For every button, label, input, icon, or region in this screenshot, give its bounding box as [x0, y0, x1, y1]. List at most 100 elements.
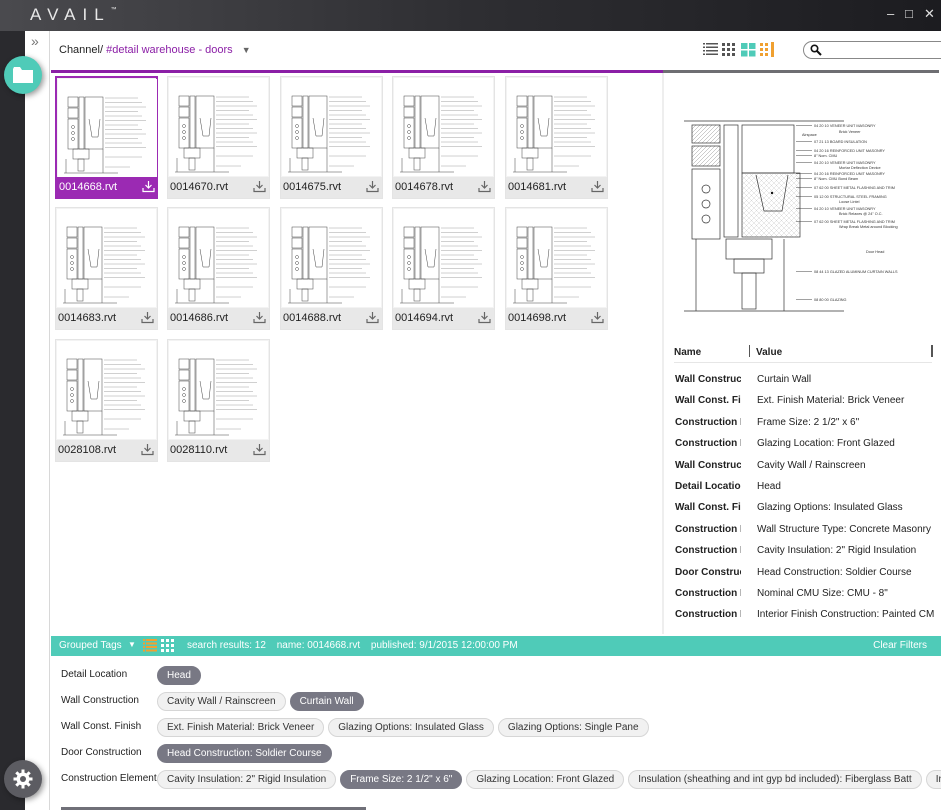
expand-panel-icon[interactable]: »	[31, 33, 39, 49]
download-icon[interactable]	[366, 311, 379, 324]
search-input[interactable]	[826, 44, 941, 56]
tag-chip[interactable]: Head	[157, 666, 201, 685]
property-row[interactable]: Construction Element Glazing Location: Fr…	[675, 435, 933, 455]
search-icon[interactable]	[810, 44, 822, 56]
file-name[interactable]: 0014678.rvt	[395, 181, 453, 193]
file-name[interactable]: 0014698.rvt	[508, 312, 566, 324]
tag-chip-list: Ext. Finish Material: Brick Veneer Glazin…	[157, 718, 941, 737]
file-name[interactable]: 0014688.rvt	[283, 312, 341, 324]
download-icon[interactable]	[478, 180, 491, 193]
file-card[interactable]: 0014683.rvt	[55, 207, 158, 330]
tag-chip[interactable]: Insulation (sheathing and int gyp bd inc…	[628, 770, 922, 789]
column-header-name[interactable]: Name	[674, 347, 701, 358]
property-row[interactable]: Construction Element Wall Structure Type:…	[675, 521, 933, 541]
tag-group: Construction Element Cavity Insulation: 2…	[61, 768, 941, 792]
app-logo: AVAIL™	[30, 5, 117, 25]
file-name[interactable]: 0014681.rvt	[508, 181, 566, 193]
download-icon[interactable]	[591, 180, 604, 193]
preview-annotation: Brick Relaxes @ 24" O.C.	[839, 212, 883, 216]
download-icon[interactable]	[366, 180, 379, 193]
tag-chip[interactable]: Glazing Options: Insulated Glass	[328, 718, 494, 737]
tag-chip[interactable]: Glazing Location: Front Glazed	[466, 770, 625, 789]
property-name: Wall Construction	[675, 374, 741, 385]
channels-button[interactable]	[4, 56, 42, 94]
file-thumbnail	[507, 78, 606, 176]
property-row[interactable]: Construction Element Cavity Insulation: 2…	[675, 542, 933, 562]
tag-chip[interactable]: Interior Finish Construction: Painted CM	[925, 770, 941, 789]
property-value: Glazing Options: Insulated Glass	[757, 502, 903, 514]
channel-name[interactable]: #detail warehouse - doors	[106, 44, 233, 56]
file-card[interactable]: 0014668.rvt	[55, 76, 158, 199]
maximize-button[interactable]: □	[905, 6, 913, 21]
file-card[interactable]: 0014698.rvt	[505, 207, 608, 330]
preview-annotation: 8" Nom. CMU	[814, 154, 838, 158]
file-card[interactable]: 0014670.rvt	[167, 76, 270, 199]
file-name[interactable]: 0028108.rvt	[58, 444, 116, 456]
property-row[interactable]: Detail Location Head	[675, 478, 933, 498]
file-name[interactable]: 0014686.rvt	[170, 312, 228, 324]
file-thumbnail	[57, 209, 156, 307]
channel-dropdown-caret[interactable]: ▼	[242, 45, 251, 55]
small-grid-view-icon[interactable]	[722, 42, 737, 57]
breadcrumb-root[interactable]: Channel/	[59, 44, 103, 56]
file-name[interactable]: 0014670.rvt	[170, 181, 228, 193]
tile-view-icon[interactable]	[760, 42, 775, 57]
close-button[interactable]: ✕	[924, 6, 935, 22]
property-row[interactable]: Wall Construction Cavity Wall / Rainscree…	[675, 457, 933, 477]
file-card[interactable]: 0014694.rvt	[392, 207, 495, 330]
tag-chip[interactable]: Head Construction: Soldier Course	[157, 744, 332, 763]
file-card[interactable]: 0014686.rvt	[167, 207, 270, 330]
download-icon[interactable]	[591, 311, 604, 324]
column-header-value[interactable]: Value	[756, 347, 782, 358]
file-card[interactable]: 0014688.rvt	[280, 207, 383, 330]
file-name[interactable]: 0014675.rvt	[283, 181, 341, 193]
tag-chip[interactable]: Glazing Options: Single Pane	[497, 718, 649, 737]
left-rail	[0, 31, 25, 810]
download-icon[interactable]	[478, 311, 491, 324]
property-row[interactable]: Wall Const. Finish Glazing Options: Insul…	[675, 499, 933, 519]
download-icon[interactable]	[142, 180, 155, 193]
property-row[interactable]: Wall Construction Curtain Wall	[675, 371, 933, 391]
download-icon[interactable]	[141, 443, 154, 456]
grouping-dropdown-caret[interactable]: ▼	[128, 640, 136, 649]
file-card[interactable]: 0028110.rvt	[167, 339, 270, 462]
settings-button[interactable]	[4, 760, 42, 798]
tag-chip[interactable]: Cavity Wall / Rainscreen	[157, 692, 286, 711]
property-row[interactable]: Construction Element Interior Finish Cons…	[675, 606, 934, 626]
grouped-list-icon[interactable]	[143, 639, 157, 652]
tag-chip[interactable]: Curtain Wall	[289, 692, 364, 711]
property-name: Construction Element	[675, 609, 741, 621]
file-card-footer: 0028108.rvt	[56, 440, 157, 461]
property-row[interactable]: Wall Const. Finish Ext. Finish Material: …	[675, 392, 933, 412]
property-row[interactable]: Construction Element Frame Size: 2 1/2" x…	[675, 414, 933, 434]
download-icon[interactable]	[253, 443, 266, 456]
tag-grid-icon[interactable]	[161, 639, 174, 652]
property-value: Interior Finish Construction: Painted CM	[757, 609, 935, 621]
tag-chip[interactable]: Cavity Insulation: 2" Rigid Insulation	[157, 770, 337, 789]
property-row[interactable]: Construction Element Nominal CMU Size: CM…	[675, 585, 933, 605]
file-name[interactable]: 0028110.rvt	[170, 444, 227, 456]
file-card[interactable]: 0028108.rvt	[55, 339, 158, 462]
list-view-icon[interactable]	[703, 42, 718, 57]
clear-filters-button[interactable]: Clear Filters	[873, 640, 927, 651]
file-name[interactable]: 0014668.rvt	[59, 181, 117, 193]
file-name[interactable]: 0014694.rvt	[395, 312, 453, 324]
file-card-footer: 0014698.rvt	[506, 308, 607, 329]
download-icon[interactable]	[253, 180, 266, 193]
grouping-select[interactable]: Grouped Tags	[59, 640, 122, 651]
tag-chip[interactable]: Ext. Finish Material: Brick Veneer	[157, 718, 325, 737]
file-card[interactable]: 0014678.rvt	[392, 76, 495, 199]
property-row[interactable]: Door Construction Head Construction: Sold…	[675, 564, 933, 584]
column-resize-handle[interactable]	[749, 345, 750, 357]
tag-chip[interactable]: Frame Size: 2 1/2" x 6"	[340, 770, 463, 789]
file-card[interactable]: 0014681.rvt	[505, 76, 608, 199]
detail-preview-image[interactable]: 04 20 10 VENEER UNIT MASONRY Brick Veneer…	[684, 113, 919, 313]
download-icon[interactable]	[253, 311, 266, 324]
download-icon[interactable]	[141, 311, 154, 324]
file-card[interactable]: 0014675.rvt	[280, 76, 383, 199]
column-resize-handle[interactable]	[931, 345, 933, 357]
tag-group: Door Construction Head Construction: Sold…	[61, 742, 941, 766]
large-grid-view-icon[interactable]	[741, 42, 756, 57]
minimize-button[interactable]: –	[887, 6, 894, 21]
file-name[interactable]: 0014683.rvt	[58, 312, 116, 324]
